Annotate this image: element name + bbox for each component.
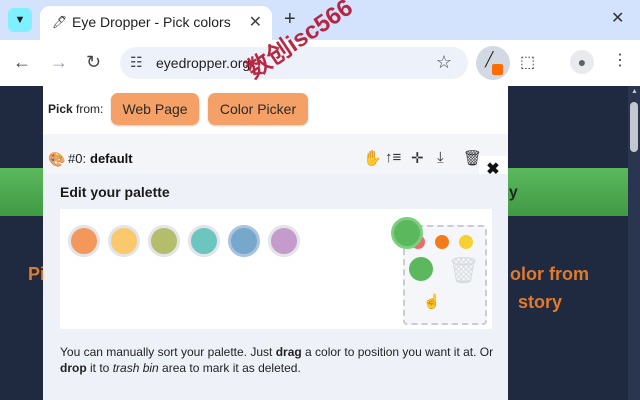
pick-from-row: Pick from: Web Page Color Picker <box>43 86 508 134</box>
browser-toolbar: ← → ↻ ☷ eyedropper.org ☆ ╱ ⬚ ● ⋮ <box>0 40 640 86</box>
scrollbar-thumb[interactable] <box>630 102 638 152</box>
bookmark-star-icon[interactable]: ☆ <box>436 52 452 73</box>
eyedropper-icon: 🖊 <box>52 15 68 29</box>
palette-header: 🎨 #0: default ✋ ↑≡ ✛ ⤓ 🗑 <box>43 144 508 174</box>
palette-swatch[interactable] <box>68 225 100 257</box>
trash-bin-icon: 🗑 <box>447 255 481 285</box>
move-icon[interactable]: ✛ <box>411 149 424 167</box>
palette-icon[interactable]: 🎨 <box>48 151 65 168</box>
eyedropper-extension-button[interactable]: ╱ <box>476 46 510 80</box>
trash-color-dot <box>459 235 473 249</box>
back-arrow-icon[interactable]: ← <box>13 52 31 72</box>
dragged-swatch[interactable] <box>391 217 423 249</box>
edit-palette-panel: Edit your palette 🗑 ☝ You can manually s… <box>43 174 508 400</box>
color-picker-button[interactable]: Color Picker <box>208 93 308 125</box>
current-color-swatch <box>492 64 503 75</box>
menu-kebab-icon[interactable]: ⋮ <box>612 50 628 70</box>
palette-swatch[interactable] <box>268 225 300 257</box>
palette-swatch[interactable] <box>108 225 140 257</box>
background-heading-right-2: story <box>518 292 563 312</box>
scroll-up-arrow-icon[interactable]: ▲ <box>631 88 638 95</box>
eyedropper-popup: Pick from: Web Page Color Picker 🎨 #0: d… <box>43 86 508 400</box>
reload-icon[interactable]: ↻ <box>86 52 101 72</box>
palette-swatch[interactable] <box>148 225 180 257</box>
trash-color-dot <box>435 235 449 249</box>
tab-search-button[interactable]: ▼ <box>8 8 32 32</box>
help-text: You can manually sort your palette. Just… <box>60 345 494 375</box>
chevron-down-icon: ▼ <box>14 14 26 26</box>
forward-arrow-icon[interactable]: → <box>50 52 68 72</box>
palette-name[interactable]: default <box>90 151 133 166</box>
tab-title: Eye Dropper - Pick colors <box>72 14 231 30</box>
sort-icon[interactable]: ↑≡ <box>385 149 401 166</box>
dragged-color-dot <box>409 257 433 281</box>
background-heading-right-1: olor from <box>510 264 589 284</box>
site-settings-icon[interactable]: ☷ <box>130 54 143 71</box>
palette-number: #0: <box>68 151 87 166</box>
cursor-hand-icon: ☝ <box>423 293 441 309</box>
profile-avatar-icon[interactable]: ● <box>570 50 594 74</box>
hand-icon[interactable]: ✋ <box>363 149 382 167</box>
url-text[interactable]: eyedropper.org <box>156 55 250 71</box>
download-icon[interactable]: ⤓ <box>437 149 444 166</box>
close-icon[interactable]: ✕ <box>249 12 262 32</box>
window-close-icon[interactable]: ✕ <box>611 8 624 28</box>
extensions-puzzle-icon[interactable]: ⬚ <box>520 52 535 72</box>
edit-palette-title: Edit your palette <box>60 184 170 200</box>
palette-swatch[interactable] <box>188 225 220 257</box>
page-scrollbar[interactable] <box>628 86 640 400</box>
pick-from-label: Pick from: <box>48 102 104 116</box>
palette-swatch[interactable] <box>228 225 260 257</box>
web-page-button[interactable]: Web Page <box>111 93 199 125</box>
palette-swatch-area: 🗑 ☝ <box>60 209 492 329</box>
tab-active[interactable]: 🖊 Eye Dropper - Pick colors ✕ <box>40 6 272 40</box>
